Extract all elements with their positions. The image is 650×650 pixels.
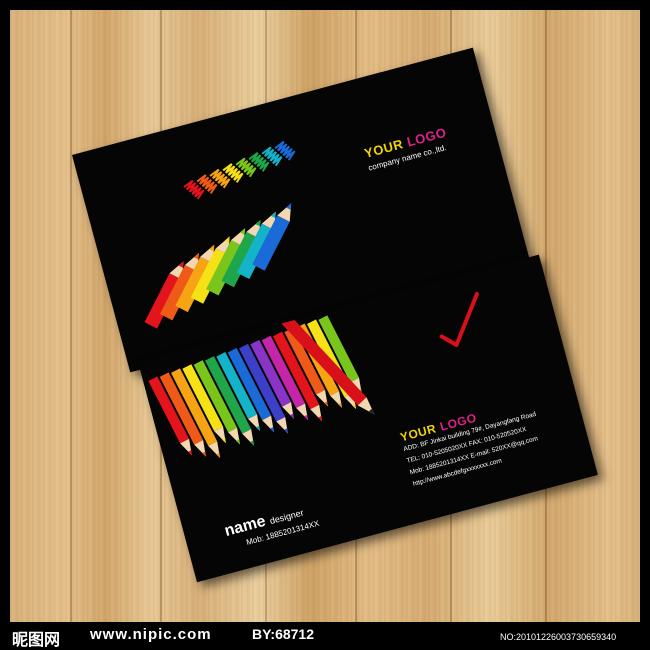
pencil-group [144,140,296,329]
image-frame: YOUR LOGO company name co.,ltd. name des… [0,0,650,650]
watermark-site: www.nipic.com [90,626,212,643]
watermark-brand: 昵图网 [12,632,61,649]
watermark-number: NO:20101226003730659340 [500,632,617,642]
watermark-bar: 昵图网 www.nipic.com BY:68712 NO:2010122600… [12,624,642,649]
checkmark-icon [439,291,479,347]
watermark-author: BY:68712 [252,626,315,642]
wood-plank-seam [70,10,72,622]
